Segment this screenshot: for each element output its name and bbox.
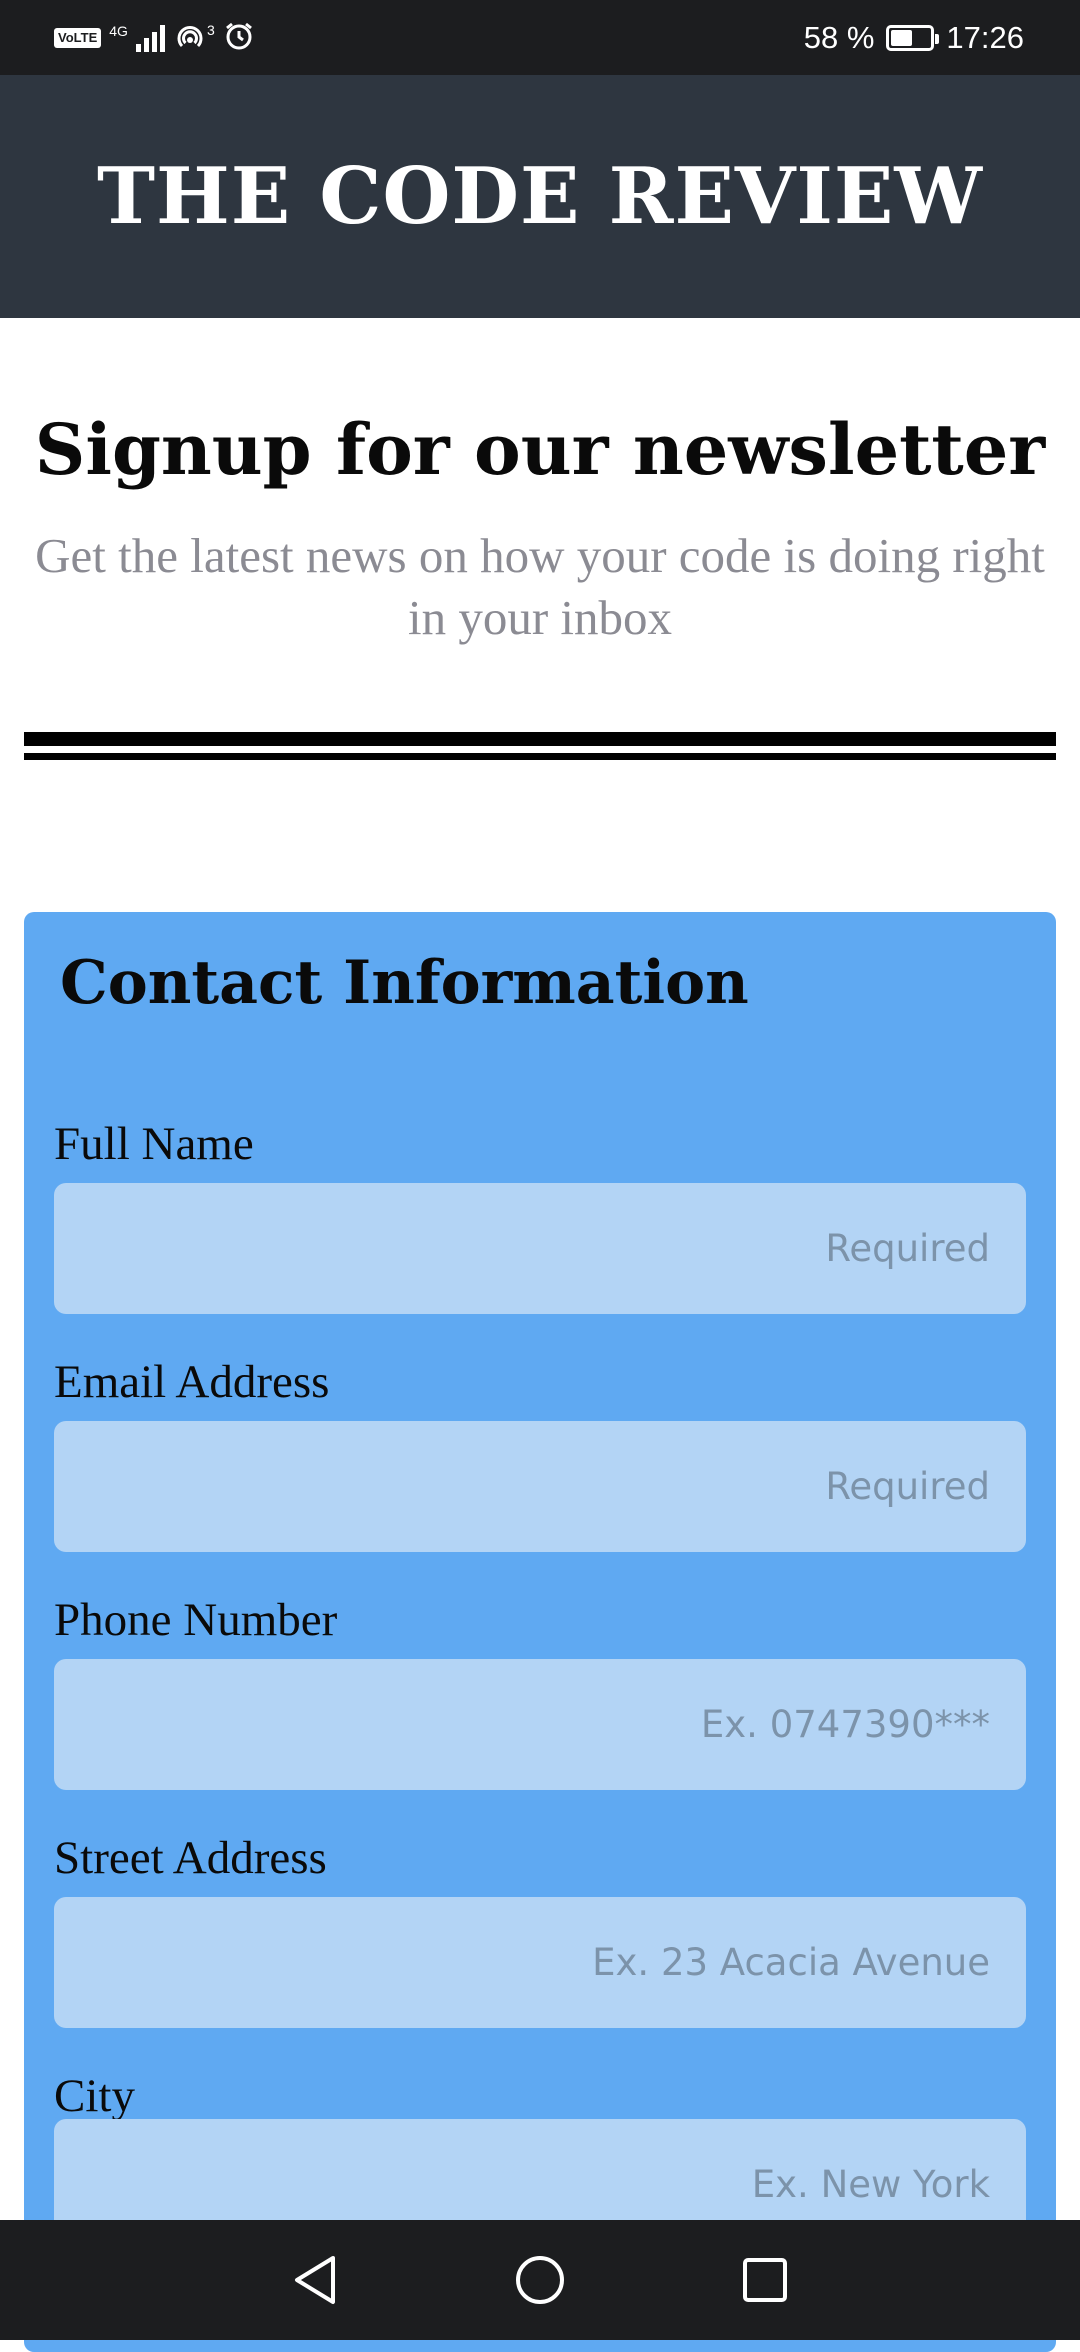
- street-address-input[interactable]: [54, 1897, 1026, 2028]
- signup-title: Signup for our newsletter: [34, 408, 1046, 491]
- nav-back-button[interactable]: [285, 2250, 345, 2310]
- battery-level-fill: [891, 30, 912, 46]
- clock-time: 17:26: [946, 20, 1024, 55]
- circle-home-icon: [516, 2256, 564, 2304]
- site-header: THE CODE REVIEW: [0, 75, 1080, 318]
- form-title: Contact Information: [60, 948, 749, 1018]
- square-recents-icon: [743, 2258, 787, 2302]
- navigation-bar: [0, 2220, 1080, 2340]
- divider-thin: [24, 753, 1056, 760]
- volte-badge: VoLTE: [54, 28, 102, 48]
- divider-thick: [24, 732, 1056, 746]
- signup-subtitle: Get the latest news on how your code is …: [35, 528, 1045, 645]
- full-name-input[interactable]: [54, 1183, 1026, 1314]
- battery-icon: [886, 25, 940, 51]
- status-bar: VoLTE 4G 3 58 % 17:26: [0, 0, 1080, 75]
- phone-number-label: Phone Number: [54, 1594, 338, 1646]
- status-right: 58 % 17:26: [804, 18, 1024, 58]
- full-name-label: Full Name: [54, 1118, 254, 1170]
- email-address-label: Email Address: [54, 1356, 330, 1408]
- status-left: VoLTE 4G 3: [54, 18, 255, 58]
- street-address-label: Street Address: [54, 1832, 327, 1884]
- network-type-label: 4G: [109, 23, 128, 39]
- city-label: City: [54, 2070, 135, 2122]
- contact-form: Contact Information Full Name Email Addr…: [24, 912, 1056, 2352]
- alarm-icon: [223, 20, 255, 57]
- hotspot-count: 3: [206, 22, 215, 38]
- site-title: THE CODE REVIEW: [97, 151, 983, 242]
- hotspot-icon: [173, 21, 207, 56]
- email-address-input[interactable]: [54, 1421, 1026, 1552]
- nav-home-button[interactable]: [510, 2250, 570, 2310]
- battery-percent: 58 %: [803, 20, 875, 55]
- phone-number-input[interactable]: [54, 1659, 1026, 1790]
- nav-recents-button[interactable]: [735, 2250, 795, 2310]
- signal-strength-icon: [135, 24, 165, 52]
- triangle-back-icon: [295, 2256, 335, 2304]
